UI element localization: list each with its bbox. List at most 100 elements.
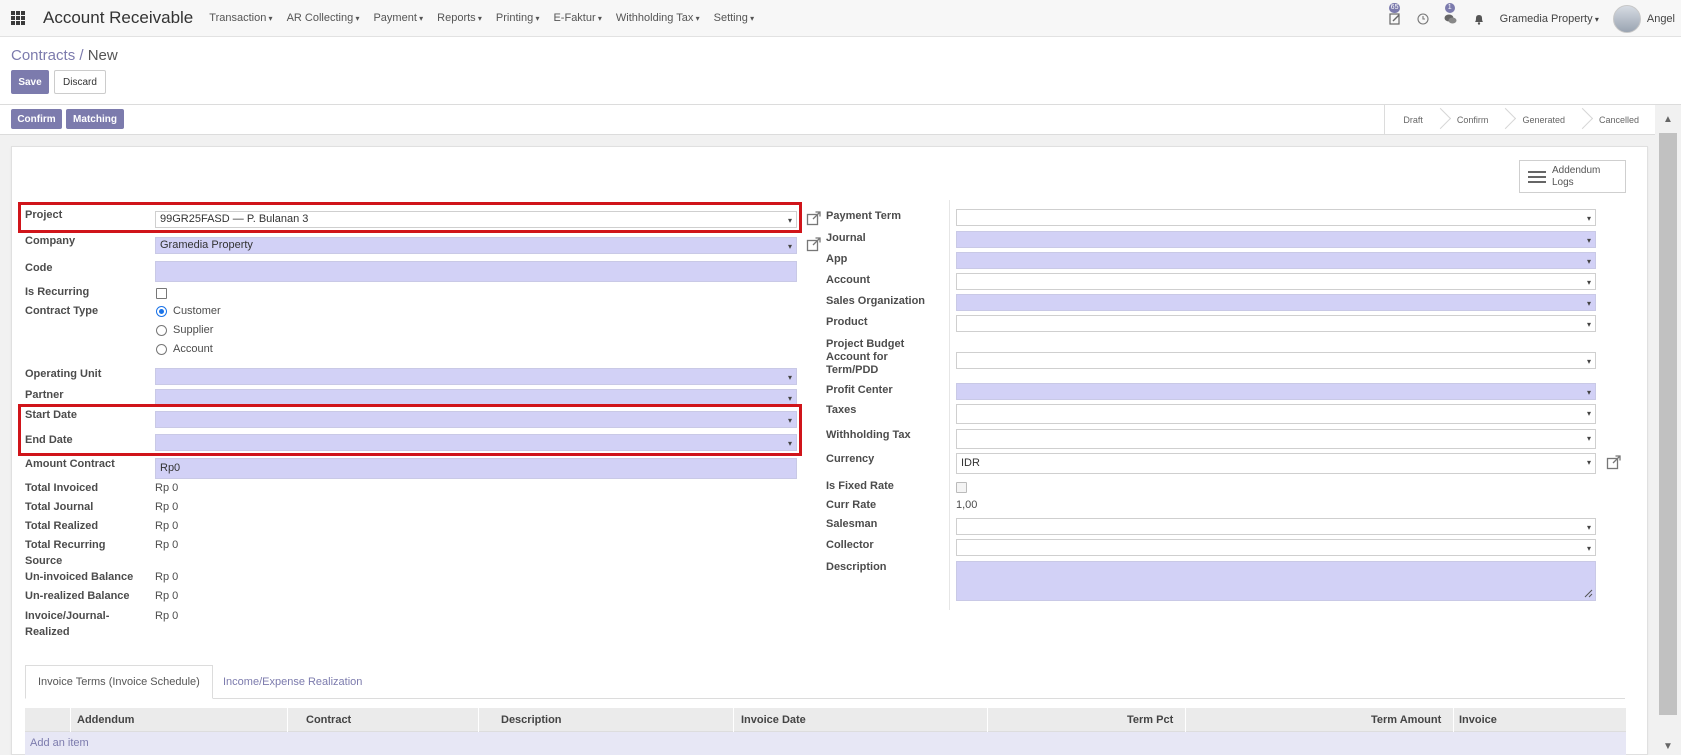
menu-transaction[interactable]: Transaction (209, 12, 272, 24)
radio-unselected-icon (156, 343, 167, 355)
menu-reports[interactable]: Reports (437, 12, 482, 24)
scrollbar-thumb[interactable] (1659, 133, 1677, 715)
column-invoice[interactable]: Invoice (1459, 708, 1497, 732)
confirm-button[interactable]: Confirm (11, 109, 62, 129)
scroll-up-arrow-icon[interactable]: ▲ (1655, 110, 1681, 128)
column-description[interactable]: Description (501, 708, 562, 732)
matching-button[interactable]: Matching (66, 109, 124, 129)
stage-generated[interactable]: Generated (1504, 105, 1581, 135)
scroll-down-arrow-icon[interactable]: ▼ (1655, 737, 1681, 755)
vertical-scrollbar[interactable]: ▲ ▼ (1655, 105, 1681, 755)
column-invoice-date[interactable]: Invoice Date (741, 708, 806, 732)
collector-select[interactable] (956, 539, 1596, 556)
control-panel: Contracts / New Save Discard (0, 37, 1681, 105)
menu-e-faktur[interactable]: E-Faktur (553, 12, 601, 24)
account-select[interactable] (956, 273, 1596, 290)
profit-center-select[interactable] (956, 383, 1596, 400)
menu-ar-collecting[interactable]: AR Collecting (287, 12, 360, 24)
tab-income-expense-realization[interactable]: Income/Expense Realization (211, 665, 374, 699)
total-realized-label: Total Realized (25, 520, 99, 532)
company-external-link-icon[interactable] (806, 236, 822, 252)
activity-icon[interactable]: 65 (1388, 2, 1402, 26)
code-input[interactable] (155, 261, 797, 282)
stage-confirm[interactable]: Confirm (1439, 105, 1505, 135)
invoice-journal-realized-label: Invoice/Journal- Realized (25, 610, 109, 639)
form-statusbar: Confirm Matching Draft Confirm Generated… (0, 105, 1655, 135)
contract-type-supplier[interactable]: Supplier (156, 324, 213, 336)
contract-type-account[interactable]: Account (156, 343, 213, 355)
app-title[interactable]: Account Receivable (43, 8, 193, 28)
bell-icon[interactable] (1472, 12, 1486, 26)
contract-type-customer[interactable]: Customer (156, 305, 221, 317)
collector-label: Collector (826, 539, 874, 551)
user-avatar[interactable] (1612, 4, 1641, 33)
unrealized-balance-label: Un-realized Balance (25, 590, 130, 602)
column-addendum[interactable]: Addendum (77, 708, 134, 732)
addendum-logs-button[interactable]: Addendum Logs (1519, 160, 1626, 193)
app-label: App (826, 253, 848, 265)
account-label: Account (826, 274, 870, 286)
is-fixed-rate-label: Is Fixed Rate (826, 480, 894, 492)
product-label: Product (826, 316, 868, 328)
column-term-amount[interactable]: Term Amount (1371, 708, 1441, 732)
currency-select[interactable]: IDR (956, 453, 1596, 474)
sales-organization-label: Sales Organization (826, 295, 926, 307)
currency-label: Currency (826, 453, 875, 465)
tab-invoice-terms[interactable]: Invoice Terms (Invoice Schedule) (25, 665, 213, 699)
is-fixed-rate-checkbox[interactable] (956, 482, 967, 493)
salesman-select[interactable] (956, 518, 1596, 535)
menu-withholding-tax[interactable]: Withholding Tax (616, 12, 700, 24)
journal-label: Journal (826, 232, 866, 244)
partner-label: Partner (25, 389, 64, 401)
operating-unit-select[interactable] (155, 368, 797, 385)
amount-contract-input[interactable]: Rp0 (155, 458, 797, 479)
sales-organization-select[interactable] (956, 294, 1596, 311)
user-name[interactable]: Angel (1647, 13, 1675, 25)
menu-printing[interactable]: Printing (496, 12, 540, 24)
project-budget-account-select[interactable] (956, 352, 1596, 369)
clock-icon[interactable] (1416, 12, 1430, 26)
add-an-item-link[interactable]: Add an item (30, 737, 89, 749)
project-budget-label-line1: Project Budget (826, 338, 905, 350)
chat-icon[interactable]: 1 (1444, 2, 1458, 26)
radio-label-account: Account (173, 343, 213, 355)
apps-grid-icon[interactable] (11, 11, 25, 25)
description-textarea[interactable] (956, 561, 1596, 601)
code-label: Code (25, 262, 53, 274)
menu-payment[interactable]: Payment (373, 12, 423, 24)
product-select[interactable] (956, 315, 1596, 332)
payment-term-select[interactable] (956, 209, 1596, 226)
unrealized-balance-value: Rp 0 (155, 590, 179, 602)
is-recurring-label: Is Recurring (25, 286, 90, 298)
menu-setting[interactable]: Setting (714, 12, 755, 24)
curr-rate-value: 1,00 (956, 499, 978, 511)
taxes-select[interactable] (956, 404, 1596, 424)
logs-label: Logs (1552, 176, 1574, 188)
is-recurring-checkbox[interactable] (156, 288, 167, 299)
breadcrumb: Contracts / New (11, 47, 118, 64)
top-navbar: Account Receivable Transaction AR Collec… (0, 0, 1681, 37)
breadcrumb-current: New (87, 47, 118, 64)
company-select[interactable]: Gramedia Property (155, 237, 797, 254)
discard-button[interactable]: Discard (54, 70, 106, 94)
column-divider (949, 200, 950, 610)
project-highlight-box (18, 202, 802, 233)
project-budget-label: Project Budget Account for Term/PDD (826, 338, 904, 377)
resize-handle-icon[interactable] (1583, 588, 1593, 598)
currency-external-link-icon[interactable] (1606, 454, 1622, 470)
app-select[interactable] (956, 252, 1596, 269)
journal-select[interactable] (956, 231, 1596, 248)
withholding-tax-select[interactable] (956, 429, 1596, 449)
project-external-link-icon[interactable] (806, 210, 822, 226)
addendum-label: Addendum (1552, 164, 1601, 176)
column-term-pct[interactable]: Term Pct (1127, 708, 1173, 732)
company-switcher[interactable]: Gramedia Property (1500, 13, 1599, 25)
systray: 65 1 Gramedia Property Angel (1388, 0, 1681, 37)
breadcrumb-contracts[interactable]: Contracts (11, 47, 75, 64)
column-contract[interactable]: Contract (306, 708, 351, 732)
save-button[interactable]: Save (11, 70, 49, 94)
radio-selected-icon (156, 305, 167, 317)
project-budget-label-line2: Account for (826, 351, 888, 363)
uninvoiced-balance-label: Un-invoiced Balance (25, 571, 134, 583)
stage-cancelled[interactable]: Cancelled (1581, 105, 1655, 135)
